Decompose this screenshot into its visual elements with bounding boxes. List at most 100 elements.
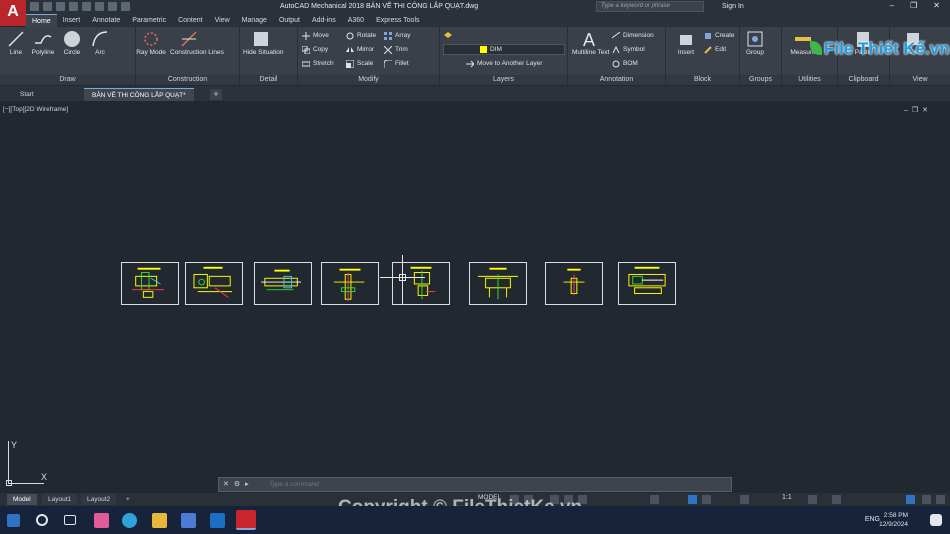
command-input[interactable]: [269, 479, 724, 490]
notification-icon[interactable]: [930, 514, 942, 526]
tab-output[interactable]: Output: [273, 14, 306, 27]
tab-start[interactable]: Start: [12, 88, 42, 101]
viewport-close-icon[interactable]: ✕: [922, 107, 932, 114]
line-tool[interactable]: Line: [1, 29, 31, 57]
print-icon[interactable]: [82, 2, 91, 11]
minimize-icon[interactable]: –: [890, 1, 894, 10]
polyline-tool[interactable]: Polyline: [28, 29, 58, 57]
tab-drawing[interactable]: BẢN VẼ THI CÔNG LẮP QUẠT*: [84, 88, 194, 101]
recent-commands-icon[interactable]: ▸: [245, 481, 254, 488]
viewport-controls[interactable]: [−][Top][2D Wireframe]: [3, 106, 68, 113]
tab-insert[interactable]: Insert: [57, 14, 87, 27]
move-tool[interactable]: Move: [302, 30, 329, 41]
ray-mode-tool[interactable]: Ray Mode: [136, 29, 166, 57]
drawing-sheet[interactable]: [185, 262, 243, 305]
edit-block-tool[interactable]: Edit: [704, 44, 726, 55]
viewport-restore-icon[interactable]: ❐: [912, 107, 922, 114]
windows-start-icon[interactable]: [7, 514, 20, 527]
tab-manage[interactable]: Manage: [236, 14, 273, 27]
tab-parametric[interactable]: Parametric: [126, 14, 172, 27]
panel-construction-label[interactable]: Construction: [136, 75, 239, 85]
fillet-tool[interactable]: Fillet: [384, 58, 409, 69]
close-icon[interactable]: ✕: [223, 481, 234, 488]
scale-tool[interactable]: Scale: [346, 58, 373, 69]
clock[interactable]: 2:58 PM 12/9/2024: [879, 511, 908, 529]
redo-icon[interactable]: [108, 2, 117, 11]
panel-utilities-label[interactable]: Utilities: [782, 75, 837, 85]
workspace-switch[interactable]: [808, 495, 817, 504]
layer-dropdown[interactable]: DIM: [443, 44, 565, 55]
save-as-icon[interactable]: [69, 2, 78, 11]
tab-content[interactable]: Content: [172, 14, 209, 27]
search-input[interactable]: Type a keyword or phrase: [596, 1, 704, 12]
panel-draw-label[interactable]: Draw: [0, 75, 135, 85]
tab-home[interactable]: Home: [26, 14, 57, 27]
panel-view-label[interactable]: View: [890, 75, 950, 85]
hide-situation-tool[interactable]: Hide Situation: [243, 29, 283, 57]
isolate-objects-toggle[interactable]: [832, 495, 841, 504]
transparency-toggle[interactable]: [702, 495, 711, 504]
construction-lines-tool[interactable]: Construction Lines: [170, 29, 224, 57]
insert-block-tool[interactable]: Insert: [671, 29, 701, 57]
drawing-sheet[interactable]: [254, 262, 312, 305]
selection-cycling-toggle[interactable]: [688, 495, 697, 504]
edge-browser-icon[interactable]: [122, 513, 137, 528]
restore-icon[interactable]: ❐: [910, 1, 917, 10]
open-icon[interactable]: [43, 2, 52, 11]
layer-properties-tool[interactable]: [444, 30, 455, 41]
circle-tool[interactable]: Circle: [57, 29, 87, 57]
sign-in-button[interactable]: Sign In: [722, 3, 744, 10]
multiline-text-tool[interactable]: A Multiline Text: [572, 29, 609, 57]
drawing-canvas[interactable]: [−][Top][2D Wireframe] –❐✕ Y X: [0, 103, 950, 491]
drawing-sheet[interactable]: [321, 262, 379, 305]
tab-a360[interactable]: A360: [342, 14, 370, 27]
close-icon[interactable]: ✕: [933, 1, 940, 10]
tab-layout1[interactable]: Layout1: [42, 494, 78, 505]
trim-tool[interactable]: Trim: [384, 44, 408, 55]
viewport-minimize-icon[interactable]: –: [904, 107, 912, 114]
move-to-another-layer-tool[interactable]: Move to Another Layer: [466, 58, 542, 69]
add-layout-button[interactable]: +: [120, 494, 136, 505]
create-block-tool[interactable]: Create: [704, 30, 735, 41]
stretch-tool[interactable]: Stretch: [302, 58, 334, 69]
drawing-sheet[interactable]: [545, 262, 603, 305]
rotate-tool[interactable]: Rotate: [346, 30, 376, 41]
tab-add-ins[interactable]: Add-ins: [306, 14, 342, 27]
copy-tool[interactable]: Copy: [302, 44, 328, 55]
drawing-sheet[interactable]: [618, 262, 676, 305]
tab-model[interactable]: Model: [7, 494, 37, 505]
save-icon[interactable]: [56, 2, 65, 11]
fullscreen-toggle[interactable]: [922, 495, 931, 504]
undo-icon[interactable]: [95, 2, 104, 11]
annotation-visibility-toggle[interactable]: [740, 495, 749, 504]
task-view-icon[interactable]: [64, 515, 76, 525]
panel-groups-label[interactable]: Groups: [740, 75, 781, 85]
array-tool[interactable]: Array: [384, 30, 411, 41]
microsoft-store-icon[interactable]: [181, 513, 196, 528]
tab-annotate[interactable]: Annotate: [86, 14, 126, 27]
new-tab-button[interactable]: +: [210, 89, 222, 100]
panel-block-label[interactable]: Block: [666, 75, 739, 85]
autocad-taskbar-icon[interactable]: [236, 510, 256, 530]
bom-tool[interactable]: BOM: [612, 58, 638, 69]
outlook-icon[interactable]: [210, 513, 225, 528]
new-icon[interactable]: [30, 2, 39, 11]
dimension-tool[interactable]: Dimension: [612, 30, 654, 41]
drawing-sheet[interactable]: [121, 262, 179, 305]
file-explorer-icon[interactable]: [152, 513, 167, 528]
panel-detail-label[interactable]: Detail: [240, 75, 297, 85]
panel-modify-label[interactable]: Modify: [298, 75, 439, 85]
hardware-acceleration-toggle[interactable]: [906, 495, 915, 504]
share-icon[interactable]: [121, 2, 130, 11]
copilot-icon[interactable]: [94, 513, 109, 528]
symbol-tool[interactable]: Symbol: [612, 44, 645, 55]
panel-clipboard-label[interactable]: Clipboard: [838, 75, 889, 85]
application-menu-button[interactable]: A: [0, 0, 26, 26]
drawing-sheet[interactable]: [469, 262, 527, 305]
wrench-icon[interactable]: ⚙: [234, 481, 245, 488]
drawing-sheet[interactable]: [392, 262, 450, 305]
tab-layout2[interactable]: Layout2: [81, 494, 117, 505]
lineweight-toggle[interactable]: [650, 495, 659, 504]
arc-tool[interactable]: Arc: [85, 29, 115, 57]
language-indicator[interactable]: ENG: [865, 516, 880, 523]
